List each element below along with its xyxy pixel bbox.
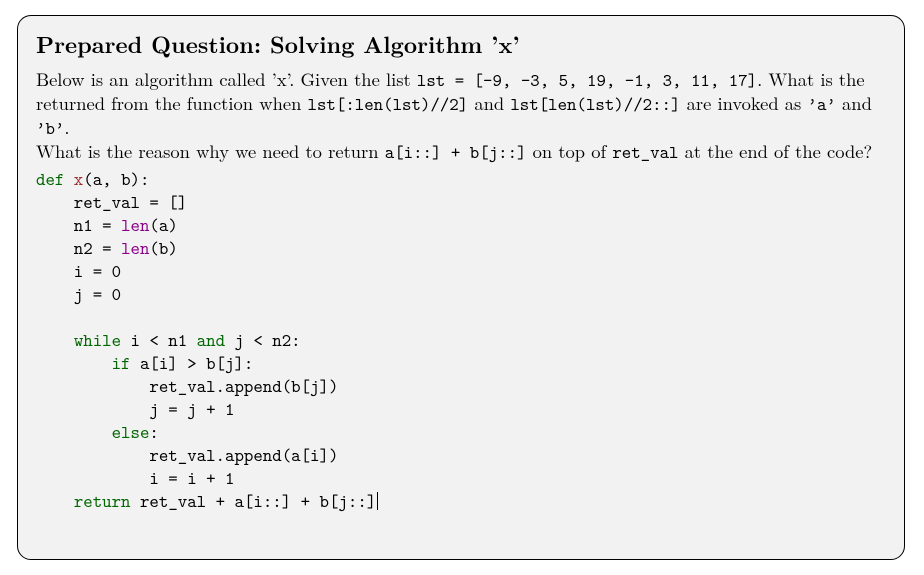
inline-code: a[i::] + b[j::] <box>385 140 527 164</box>
text-run: . <box>64 114 69 140</box>
inline-code: lst[:len(lst)//2] <box>308 92 469 116</box>
keyword-and: and <box>197 328 225 352</box>
code-text <box>36 420 112 444</box>
code-line: ret_val.append(b[j]) <box>36 374 338 398</box>
inline-code: lst[len(lst)//2::] <box>510 92 680 116</box>
inline-code: lst = [-9, -3, 5, 19, -1, 3, 11, 17] <box>417 68 757 92</box>
code-text: (b) <box>149 236 177 260</box>
code-text: a[i] > b[j]: <box>131 351 254 375</box>
code-text: n2 = <box>36 236 121 260</box>
text-run: are invoked as <box>680 90 807 116</box>
text-cursor-icon <box>377 492 378 510</box>
builtin-len: len <box>121 236 149 260</box>
code-text: j < n2: <box>225 328 301 352</box>
text-run: on top of <box>527 138 613 164</box>
code-text <box>36 351 112 375</box>
question-box: Prepared Question: Solving Algorithm ’x’… <box>17 15 905 560</box>
keyword-else: else <box>112 420 150 444</box>
code-text: ret_val + a[i::] + b[j::] <box>131 489 377 513</box>
text-run: and <box>468 90 510 116</box>
code-line: i = i + 1 <box>36 466 234 490</box>
inline-code: ret_val <box>612 140 678 164</box>
text-run: What is the reason why we need to return <box>36 138 385 164</box>
keyword-if: if <box>112 351 131 375</box>
inline-code: ’a’ <box>808 92 836 116</box>
code-text <box>36 489 74 513</box>
inline-code: ’b’ <box>36 116 64 140</box>
keyword-def: def <box>36 167 64 191</box>
code-text: i < n1 <box>121 328 197 352</box>
question-paragraph-1: Below is an algorithm called ’x’. Given … <box>36 68 886 140</box>
question-paragraph-2: What is the reason why we need to return… <box>36 140 886 164</box>
text-run: and <box>836 90 872 116</box>
question-title: Prepared Question: Solving Algorithm ’x’ <box>36 30 886 58</box>
code-text: (a) <box>149 213 177 237</box>
code-text: (a, b): <box>83 167 149 191</box>
code-line: ret_val.append(a[i]) <box>36 443 338 467</box>
builtin-len: len <box>121 213 149 237</box>
text-run: Below is an algorithm called ’x’. Given … <box>36 66 417 92</box>
code-text <box>36 328 74 352</box>
keyword-while: while <box>74 328 121 352</box>
code-block: def x(a, b): ret_val = [] n1 = len(a) n2… <box>36 168 886 513</box>
code-line: ret_val = [] <box>36 190 187 214</box>
function-name: x <box>64 167 83 191</box>
code-line: j = 0 <box>36 282 121 306</box>
code-line: j = j + 1 <box>36 397 234 421</box>
text-run: at the end of the code? <box>678 138 872 164</box>
code-line: i = 0 <box>36 259 121 283</box>
keyword-return: return <box>74 489 131 513</box>
code-text: : <box>149 420 158 444</box>
code-text: n1 = <box>36 213 121 237</box>
